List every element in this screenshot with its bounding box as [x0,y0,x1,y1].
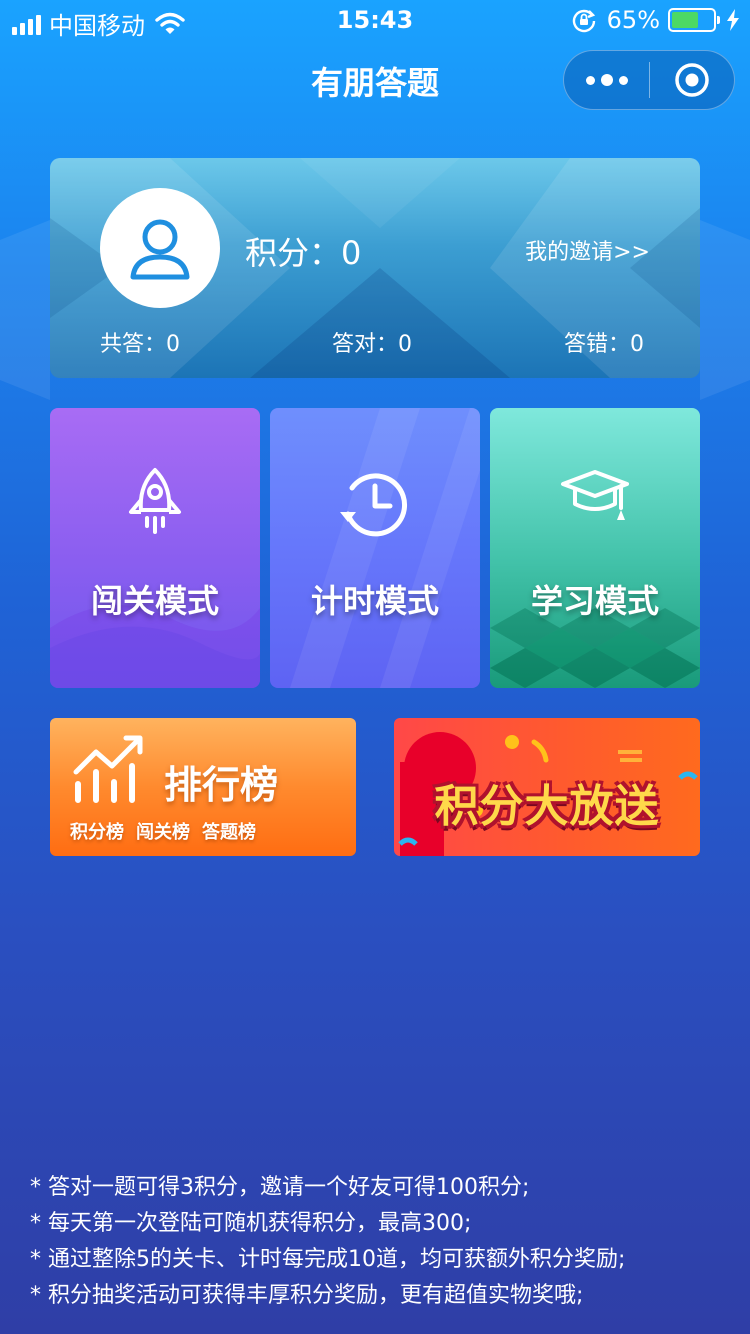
tile-decoration [490,608,700,688]
points-giveaway-banner[interactable]: 积分大放送 [394,718,700,856]
stat-wrong: 答错：0 [564,326,644,358]
points-giveaway-title: 积分大放送 [434,781,660,832]
charging-bolt-icon [727,9,739,31]
points-board-label: 积分榜 [70,822,124,843]
user-icon [130,219,190,280]
leaderboard-subtitles: 积分榜 闯关榜 答题榜 [70,818,268,844]
avatar[interactable] [100,188,220,308]
trend-chart-icon [73,735,143,803]
stat-total: 共答：0 [100,326,180,358]
more-dot-icon [618,75,628,85]
answer-board-label: 答题榜 [202,822,256,843]
status-right: 65% [571,6,740,34]
tile-icon-wrap [490,466,700,546]
stat-label: 答错： [564,332,631,357]
battery-percent: 65% [606,6,660,34]
mode-tile-study[interactable]: 学习模式 [490,408,700,688]
leaderboard-banner[interactable]: 排行榜 积分榜 闯关榜 答题榜 [50,718,356,856]
mode-tile-challenge[interactable]: 闯关模式 [50,408,260,688]
status-bar: 中国移动 15:43 65% [0,0,750,40]
leaderboard-title: 排行榜 [164,763,279,807]
rocket-icon [129,468,181,534]
target-close-icon [675,63,709,97]
stat-label: 答对： [332,332,399,357]
rules-list: * 答对一题可得3积分，邀请一个好友可得100积分; * 每天第一次登陆可随机获… [30,1170,730,1314]
history-clock-icon [340,473,407,537]
stat-value: 0 [398,332,413,357]
rotation-lock-icon [572,9,595,33]
mini-program-capsule [563,50,735,110]
more-dot-icon [600,74,613,86]
score-display: 积分：0 [245,228,361,274]
graduation-cap-icon [561,470,629,520]
battery-fill [672,12,698,28]
rule-item: * 答对一题可得3积分，邀请一个好友可得100积分; [30,1175,530,1200]
stat-correct: 答对：0 [332,326,412,358]
stat-value: 0 [630,332,645,357]
stat-value: 0 [166,332,181,357]
rule-item: * 通过整除5的关卡、计时每完成10道，均可获额外积分奖励; [30,1247,626,1272]
more-dot-icon [585,75,595,85]
mode-label: 计时模式 [310,582,439,620]
rule-item: * 每天第一次登陆可随机获得积分，最高300; [30,1211,472,1236]
tile-icon-wrap [50,466,260,546]
close-button[interactable] [650,51,734,109]
battery-icon [668,8,720,32]
stat-label: 共答： [100,332,167,357]
challenge-board-label: 闯关榜 [136,822,190,843]
tile-icon-wrap [270,466,480,546]
mode-label: 闯关模式 [90,582,219,620]
more-button[interactable] [564,51,649,109]
mode-tile-timed[interactable]: 计时模式 [270,408,480,688]
tile-decoration [50,605,260,688]
tile-decoration [290,408,480,688]
rule-item: * 积分抽奖活动可获得丰厚积分奖励，更有超值实物奖哦; [30,1283,584,1308]
my-invite-link[interactable]: 我的邀请>> [525,234,650,266]
mode-label: 学习模式 [530,582,659,620]
score-label: 积分： [245,234,342,272]
score-value: 0 [341,234,362,272]
profile-card: 积分：0 我的邀请>> 共答：0 答对：0 答错：0 [50,158,700,378]
